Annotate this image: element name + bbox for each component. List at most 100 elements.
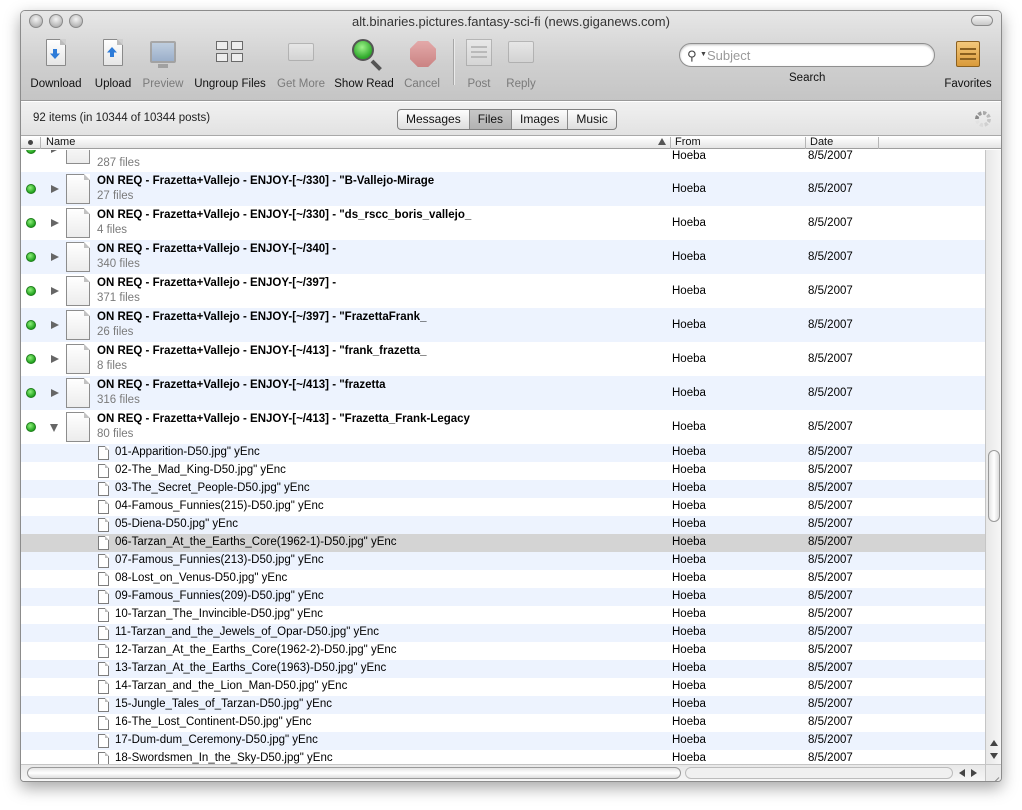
disclosure-triangle-icon[interactable] bbox=[51, 219, 59, 227]
list-item-group[interactable]: ON REQ - Frazetta+Vallejo - ENJOY-[~/413… bbox=[21, 376, 987, 410]
list-item-group[interactable]: ON REQ - Frazetta+Vallejo - ENJOY-[~/330… bbox=[21, 206, 987, 240]
unread-dot-icon bbox=[26, 320, 36, 330]
list-item-file[interactable]: 04-Famous_Funnies(215)-D50.jpg" yEnc Hoeb… bbox=[21, 498, 987, 516]
search-field[interactable]: ⚲ ▼ bbox=[679, 43, 935, 67]
list-item-file[interactable]: 08-Lost_on_Venus-D50.jpg" yEnc Hoeba 8/5/2… bbox=[21, 570, 987, 588]
from-column-header[interactable]: From bbox=[675, 136, 701, 149]
list-item-file[interactable]: 11-Tarzan_and_the_Jewels_of_Opar-D50.jpg… bbox=[21, 624, 987, 642]
vertical-scrollbar[interactable] bbox=[985, 150, 1001, 764]
horizontal-scrollbar[interactable] bbox=[21, 764, 987, 781]
tab-music[interactable]: Music bbox=[568, 110, 615, 129]
horizontal-scroll-thumb[interactable] bbox=[27, 767, 681, 779]
preview-button[interactable]: Preview bbox=[139, 39, 187, 90]
list-item-file[interactable]: 01-Apparition-D50.jpg" yEnc Hoeba 8/5/2007 bbox=[21, 444, 987, 462]
list-item-file[interactable]: 15-Jungle_Tales_of_Tarzan-D50.jpg" yEnc H… bbox=[21, 696, 987, 714]
get-more-button[interactable]: Get More bbox=[273, 39, 329, 90]
file-icon bbox=[98, 734, 109, 748]
preview-label: Preview bbox=[142, 78, 184, 90]
scroll-up-arrow-icon[interactable] bbox=[990, 740, 998, 746]
sort-ascending-icon bbox=[658, 138, 666, 145]
toolbar-separator bbox=[453, 39, 454, 85]
list-item-file[interactable]: 02-The_Mad_King-D50.jpg" yEnc Hoeba 8/5/20… bbox=[21, 462, 987, 480]
row-from: Hoeba bbox=[672, 183, 706, 195]
tab-messages[interactable]: Messages bbox=[398, 110, 470, 129]
status-column-header[interactable] bbox=[28, 140, 33, 145]
download-button[interactable]: Download bbox=[27, 39, 85, 90]
disclosure-triangle-icon[interactable] bbox=[51, 150, 59, 153]
horizontal-scroll-track[interactable] bbox=[685, 767, 953, 779]
file-list[interactable]: 287 files Hoeba 8/5/2007 ON REQ - Frazetta+… bbox=[21, 150, 987, 764]
list-item-file[interactable]: 18-Swordsmen_In_the_Sky-D50.jpg" yEnc Hoe… bbox=[21, 750, 987, 764]
monitor-icon bbox=[150, 41, 176, 68]
row-date: 8/5/2007 bbox=[808, 554, 853, 566]
tab-files[interactable]: Files bbox=[469, 110, 513, 129]
list-item-file[interactable]: 16-The_Lost_Continent-D50.jpg" yEnc Hoeba… bbox=[21, 714, 987, 732]
list-item-group[interactable]: ON REQ - Frazetta+Vallejo - ENJOY-[~/330… bbox=[21, 172, 987, 206]
resize-grip-icon[interactable] bbox=[985, 764, 1001, 781]
list-item-file[interactable]: 12-Tarzan_At_the_Earths_Core(1962-2)-D50… bbox=[21, 642, 987, 660]
row-from: Hoeba bbox=[672, 716, 706, 728]
show-read-button[interactable]: Show Read bbox=[333, 39, 395, 90]
disclosure-triangle-icon[interactable] bbox=[51, 389, 59, 397]
list-item-file[interactable]: 10-Tarzan_The_Invincible-D50.jpg" yEnc Ho… bbox=[21, 606, 987, 624]
date-column-header[interactable]: Date bbox=[810, 136, 833, 149]
favorites-icon bbox=[956, 41, 980, 67]
reply-button[interactable]: Reply bbox=[503, 39, 539, 90]
row-date: 8/5/2007 bbox=[808, 482, 853, 494]
info-bar: 92 items (in 10344 of 10344 posts) Messa… bbox=[21, 102, 1001, 136]
favorites-button[interactable]: Favorites bbox=[939, 39, 997, 90]
list-item-group[interactable]: ON REQ - Frazetta+Vallejo - ENJOY-[~/340… bbox=[21, 240, 987, 274]
file-group-icon bbox=[66, 378, 90, 408]
list-item-file[interactable]: 13-Tarzan_At_the_Earths_Core(1963)-D50.j… bbox=[21, 660, 987, 678]
list-item-file[interactable]: 06-Tarzan_At_the_Earths_Core(1962-1)-D50… bbox=[21, 534, 987, 552]
list-item-group[interactable]: ON REQ - Frazetta+Vallejo - ENJOY-[~/397… bbox=[21, 274, 987, 308]
chevron-down-icon[interactable]: ▼ bbox=[700, 51, 707, 58]
list-item-file[interactable]: 05-Diena-D50.jpg" yEnc Hoeba 8/5/2007 bbox=[21, 516, 987, 534]
row-from: Hoeba bbox=[672, 680, 706, 692]
scroll-left-arrow-icon[interactable] bbox=[959, 769, 965, 777]
list-item-file[interactable]: 14-Tarzan_and_the_Lion_Man-D50.jpg" yEnc… bbox=[21, 678, 987, 696]
list-item-group[interactable]: ON REQ - Frazetta+Vallejo - ENJOY-[~/413… bbox=[21, 410, 987, 444]
row-from: Hoeba bbox=[672, 482, 706, 494]
group-file-count: 4 files bbox=[97, 224, 128, 236]
row-from: Hoeba bbox=[672, 150, 706, 162]
ungroup-files-button[interactable]: Ungroup Files bbox=[191, 39, 269, 90]
group-file-count: 340 files bbox=[97, 258, 140, 270]
view-segmented-control: Messages Files Images Music bbox=[397, 109, 617, 130]
toolbar-toggle-button[interactable] bbox=[971, 15, 993, 26]
list-item-file[interactable]: 09-Famous_Funnies(209)-D50.jpg" yEnc Hoeb… bbox=[21, 588, 987, 606]
list-item-group[interactable]: ON REQ - Frazetta+Vallejo - ENJOY-[~/397… bbox=[21, 308, 987, 342]
unread-dot-icon bbox=[26, 388, 36, 398]
row-date: 8/5/2007 bbox=[808, 217, 853, 229]
list-item-file[interactable]: 03-The_Secret_People-D50.jpg" yEnc Hoeba 8… bbox=[21, 480, 987, 498]
row-date: 8/5/2007 bbox=[808, 518, 853, 530]
disclosure-triangle-icon[interactable] bbox=[51, 287, 59, 295]
row-date: 8/5/2007 bbox=[808, 608, 853, 620]
list-item-group[interactable]: ON REQ - Frazetta+Vallejo - ENJOY-[~/413… bbox=[21, 342, 987, 376]
search-icon[interactable]: ⚲ bbox=[687, 48, 697, 64]
row-from: Hoeba bbox=[672, 353, 706, 365]
vertical-scroll-thumb[interactable] bbox=[988, 450, 1000, 522]
file-icon bbox=[98, 698, 109, 712]
upload-button[interactable]: Upload bbox=[87, 39, 139, 90]
disclosure-triangle-icon[interactable] bbox=[51, 253, 59, 261]
row-date: 8/5/2007 bbox=[808, 590, 853, 602]
file-name: 16-The_Lost_Continent-D50.jpg" yEnc bbox=[115, 716, 312, 728]
list-item-file[interactable]: 07-Famous_Funnies(213)-D50.jpg" yEnc Hoeb… bbox=[21, 552, 987, 570]
post-button[interactable]: Post bbox=[461, 39, 497, 90]
search-input[interactable] bbox=[707, 47, 922, 63]
name-column-header[interactable]: Name bbox=[46, 136, 75, 149]
list-item-group[interactable]: 287 files Hoeba 8/5/2007 bbox=[21, 150, 987, 172]
file-name: 17-Dum-dum_Ceremony-D50.jpg" yEnc bbox=[115, 734, 318, 746]
list-item-file[interactable]: 17-Dum-dum_Ceremony-D50.jpg" yEnc Hoeba 8/… bbox=[21, 732, 987, 750]
row-date: 8/5/2007 bbox=[808, 421, 853, 433]
disclosure-triangle-icon[interactable] bbox=[51, 355, 59, 363]
scroll-down-arrow-icon[interactable] bbox=[990, 753, 998, 759]
file-name: 08-Lost_on_Venus-D50.jpg" yEnc bbox=[115, 572, 288, 584]
disclosure-triangle-icon[interactable] bbox=[50, 424, 58, 432]
disclosure-triangle-icon[interactable] bbox=[51, 185, 59, 193]
disclosure-triangle-icon[interactable] bbox=[51, 321, 59, 329]
tab-images[interactable]: Images bbox=[512, 110, 569, 129]
scroll-right-arrow-icon[interactable] bbox=[971, 769, 977, 777]
cancel-button[interactable]: Cancel bbox=[399, 39, 445, 90]
